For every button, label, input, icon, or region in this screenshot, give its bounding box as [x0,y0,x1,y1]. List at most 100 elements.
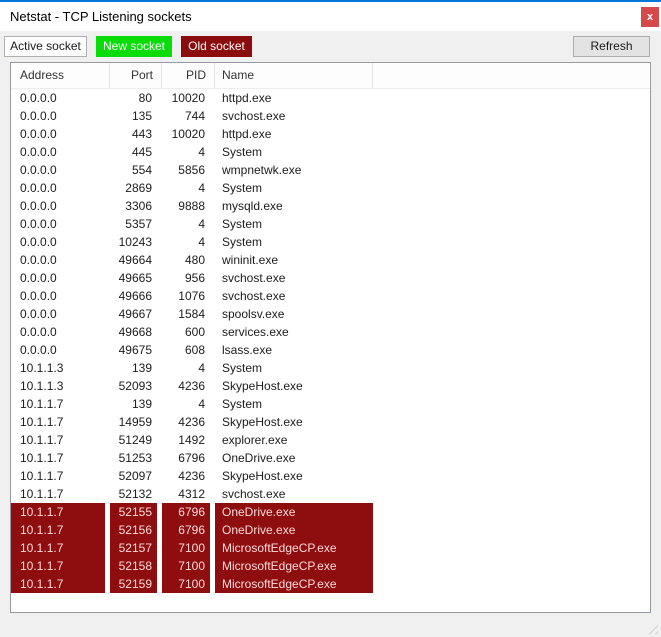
table-row[interactable]: 0.0.0.0 135 744 svchost.exe [11,107,650,125]
cell-address: 0.0.0.0 [20,325,57,339]
cell-pid: 4 [198,361,205,375]
cell-port: 51253 [118,451,152,465]
table-row[interactable]: 0.0.0.0 49666 1076 svchost.exe [11,287,650,305]
table-row[interactable]: 10.1.1.3 139 4 System [11,359,650,377]
close-icon: x [646,11,654,23]
socket-table: Address Port PID Name 0.0.0.0 80 10020 http… [10,62,651,613]
resize-grip[interactable] [645,621,658,634]
cell-address: 10.1.1.7 [11,557,105,575]
cell-port: 139 [131,361,152,375]
cell-pid: 7100 [162,557,210,575]
column-header-pid[interactable]: PID [162,63,215,88]
cell-port: 2869 [125,181,152,195]
cell-name: wininit.exe [222,253,279,267]
cell-name: svchost.exe [222,289,286,303]
table-row[interactable]: 10.1.1.7 52156 6796 OneDrive.exe [11,521,650,539]
table-row[interactable]: 10.1.1.7 14959 4236 SkypeHost.exe [11,413,650,431]
old-socket-button[interactable]: Old socket [181,36,252,57]
cell-port: 135 [131,109,152,123]
table-row[interactable]: 10.1.1.7 52155 6796 OneDrive.exe [11,503,650,521]
table-row[interactable]: 10.1.1.7 51249 1492 explorer.exe [11,431,650,449]
cell-address: 0.0.0.0 [20,163,57,177]
cell-pid: 5856 [178,163,205,177]
cell-pid: 4 [198,145,205,159]
cell-port: 49667 [118,307,152,321]
cell-address: 10.1.1.7 [20,469,64,483]
cell-pid: 6796 [178,451,205,465]
table-row[interactable]: 10.1.1.7 52132 4312 svchost.exe [11,485,650,503]
table-row[interactable]: 10.1.1.7 52158 7100 MicrosoftEdgeCP.exe [11,557,650,575]
cell-address: 10.1.1.7 [20,433,64,447]
cell-pid: 7100 [162,575,210,593]
toolbar: Active socket New socket Old socket Refr… [0,31,661,62]
column-header-name[interactable]: Name [215,63,373,88]
cell-address: 10.1.1.3 [20,361,64,375]
new-socket-button[interactable]: New socket [96,36,172,57]
table-row[interactable]: 10.1.1.3 52093 4236 SkypeHost.exe [11,377,650,395]
close-button[interactable]: x [641,7,659,27]
table-row[interactable]: 0.0.0.0 10243 4 System [11,233,650,251]
cell-port: 52156 [110,521,157,539]
cell-pid: 4236 [178,415,205,429]
cell-address: 0.0.0.0 [20,145,57,159]
table-row[interactable]: 0.0.0.0 49675 608 lsass.exe [11,341,650,359]
refresh-button[interactable]: Refresh [573,36,650,57]
cell-port: 52159 [110,575,157,593]
cell-port: 14959 [118,415,152,429]
cell-pid: 4 [198,397,205,411]
cell-name: OneDrive.exe [215,503,373,521]
cell-port: 52097 [118,469,152,483]
cell-port: 80 [138,91,152,105]
cell-port: 3306 [125,199,152,213]
cell-port: 139 [131,397,152,411]
cell-address: 10.1.1.7 [20,451,64,465]
table-row[interactable]: 10.1.1.7 139 4 System [11,395,650,413]
cell-name: mysqld.exe [222,199,283,213]
table-row[interactable]: 0.0.0.0 5357 4 System [11,215,650,233]
cell-pid: 956 [184,271,205,285]
table-row[interactable]: 0.0.0.0 554 5856 wmpnetwk.exe [11,161,650,179]
table-row[interactable]: 0.0.0.0 3306 9888 mysqld.exe [11,197,650,215]
cell-pid: 6796 [162,521,210,539]
cell-name: spoolsv.exe [222,307,285,321]
cell-pid: 4312 [178,487,205,501]
cell-name: svchost.exe [222,109,286,123]
active-socket-button[interactable]: Active socket [4,36,87,57]
cell-name: httpd.exe [222,91,272,105]
cell-port: 52093 [118,379,152,393]
cell-address: 0.0.0.0 [20,235,57,249]
column-header-address[interactable]: Address [11,63,110,88]
cell-address: 0.0.0.0 [20,127,57,141]
table-row[interactable]: 0.0.0.0 49667 1584 spoolsv.exe [11,305,650,323]
cell-address: 10.1.1.3 [20,379,64,393]
table-row[interactable]: 10.1.1.7 52159 7100 MicrosoftEdgeCP.exe [11,575,650,593]
table-row[interactable]: 10.1.1.7 52097 4236 SkypeHost.exe [11,467,650,485]
table-row[interactable]: 0.0.0.0 445 4 System [11,143,650,161]
cell-name: SkypeHost.exe [222,469,303,483]
cell-address: 0.0.0.0 [20,253,57,267]
column-header-port[interactable]: Port [110,63,162,88]
cell-address: 10.1.1.7 [11,539,105,557]
cell-address: 10.1.1.7 [11,575,105,593]
cell-name: OneDrive.exe [222,451,296,465]
cell-address: 0.0.0.0 [20,343,57,357]
table-row[interactable]: 0.0.0.0 49665 956 svchost.exe [11,269,650,287]
cell-address: 10.1.1.7 [20,397,64,411]
cell-name: wmpnetwk.exe [222,163,302,177]
title-bar[interactable]: Netstat - TCP Listening sockets [0,2,661,31]
table-row[interactable]: 10.1.1.7 52157 7100 MicrosoftEdgeCP.exe [11,539,650,557]
cell-address: 0.0.0.0 [20,271,57,285]
table-row[interactable]: 0.0.0.0 49668 600 services.exe [11,323,650,341]
cell-name: SkypeHost.exe [222,379,303,393]
cell-name: System [222,361,263,375]
cell-address: 0.0.0.0 [20,109,57,123]
column-header-filler [373,63,650,88]
cell-port: 443 [131,127,152,141]
table-row[interactable]: 0.0.0.0 80 10020 httpd.exe [11,89,650,107]
table-row[interactable]: 0.0.0.0 49664 480 wininit.exe [11,251,650,269]
table-row[interactable]: 0.0.0.0 443 10020 httpd.exe [11,125,650,143]
cell-pid: 9888 [178,199,205,213]
cell-port: 10243 [118,235,152,249]
table-row[interactable]: 0.0.0.0 2869 4 System [11,179,650,197]
table-row[interactable]: 10.1.1.7 51253 6796 OneDrive.exe [11,449,650,467]
